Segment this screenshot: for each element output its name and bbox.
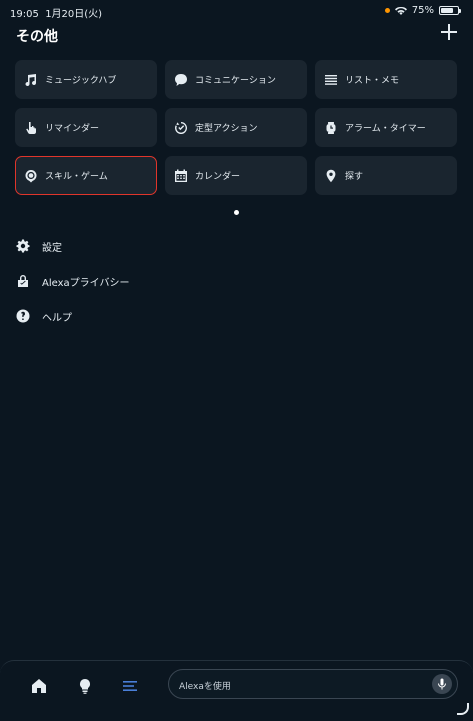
settings-menu: 設定 Alexaプライバシー ヘルプ (16, 236, 129, 341)
battery-percent: 75% (411, 5, 434, 16)
bottom-bar: Alexaを使用 (0, 660, 473, 721)
tile-skills-games[interactable]: スキル・ゲーム (15, 156, 157, 195)
tile-label: 定型アクション (195, 124, 258, 134)
home-icon (32, 679, 46, 693)
menu-label: Alexaプライバシー (42, 277, 130, 289)
tile-label: コミュニケーション (195, 76, 276, 86)
music-note-icon (24, 73, 38, 87)
tile-label: カレンダー (195, 172, 241, 182)
location-pin-icon (324, 169, 338, 183)
list-icon (324, 73, 338, 87)
menu-item-help[interactable]: ヘルプ (16, 306, 129, 326)
status-time: 19:05 (10, 9, 39, 20)
lightbulb-icon (80, 679, 90, 694)
tile-alarms-timers[interactable]: アラーム・タイマー (315, 108, 457, 147)
calendar-icon (174, 169, 188, 183)
tile-label: リマインダー (45, 124, 100, 134)
home-tab[interactable] (30, 677, 48, 695)
status-date: 1月20日(火) (45, 9, 103, 20)
page-title: その他 (16, 29, 58, 45)
microphone-button[interactable] (432, 674, 452, 694)
wifi-icon (394, 6, 407, 15)
gear-icon (16, 239, 30, 253)
menu-item-settings[interactable]: 設定 (16, 236, 129, 256)
alarm-clock-icon (324, 121, 338, 135)
page-indicator-dot (234, 210, 239, 215)
battery-icon (439, 6, 461, 15)
tile-routines[interactable]: 定型アクション (165, 108, 307, 147)
communicate-tab[interactable] (76, 677, 94, 695)
more-tab[interactable] (121, 677, 139, 695)
skills-icon (24, 169, 38, 183)
privacy-lock-icon (18, 275, 28, 287)
status-bar: 19:05 1月20日(火) 75% (0, 0, 473, 20)
tile-calendar[interactable]: カレンダー (165, 156, 307, 195)
microphone-icon (438, 678, 446, 690)
menu-lines-icon (123, 681, 137, 691)
tile-label: リスト・メモ (345, 76, 400, 86)
privacy-indicator-icon (384, 8, 390, 13)
help-icon (16, 309, 30, 323)
search-placeholder: Alexaを使用 (179, 682, 231, 692)
tile-label: アラーム・タイマー (345, 124, 426, 134)
feature-grid: ミュージックハブ コミュニケーション リスト・メモ リマインダー 定型アクション… (15, 60, 458, 195)
alexa-search-input[interactable]: Alexaを使用 (168, 669, 458, 699)
menu-label: 設定 (42, 242, 62, 254)
tile-music-hub[interactable]: ミュージックハブ (15, 60, 157, 99)
tile-reminders[interactable]: リマインダー (15, 108, 157, 147)
tile-lists-notes[interactable]: リスト・メモ (315, 60, 457, 99)
tile-find[interactable]: 探す (315, 156, 457, 195)
tile-label: スキル・ゲーム (45, 172, 108, 182)
tile-communication[interactable]: コミュニケーション (165, 60, 307, 99)
hand-pointer-icon (24, 121, 38, 135)
tile-label: ミュージックハブ (45, 76, 117, 86)
routine-check-icon (174, 121, 188, 135)
corner-indicator (457, 703, 469, 715)
add-button[interactable] (439, 22, 459, 42)
chat-bubble-icon (174, 73, 188, 87)
menu-label: ヘルプ (42, 312, 72, 324)
tile-label: 探す (345, 172, 364, 182)
menu-item-privacy[interactable]: Alexaプライバシー (16, 271, 129, 291)
